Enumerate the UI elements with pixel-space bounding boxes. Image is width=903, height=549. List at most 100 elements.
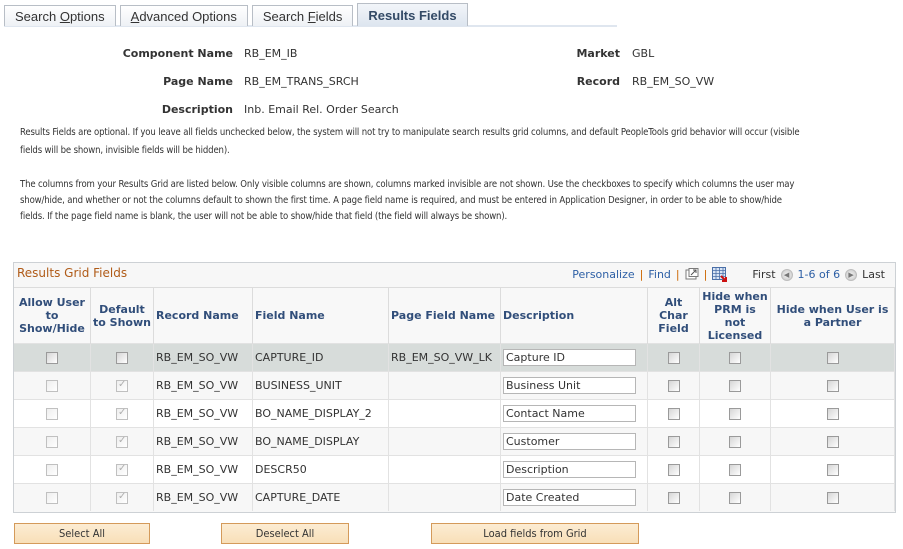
table-row[interactable]: RB_EM_SO_VW CAPTURE_ID RB_EM_SO_VW_LK [14,343,895,372]
tab-search-options[interactable]: Search Options [4,5,116,26]
page-field-name-cell [388,455,501,484]
col-allow-user: Allow User to Show/Hide [14,287,91,344]
grid-navigation: Personalize | Find | | First ◀ 1-6 of 6 … [572,267,885,282]
field-name-cell: BO_NAME_DISPLAY_2 [252,399,389,428]
page-field-name-cell [388,371,501,400]
field-name-cell: DESCR50 [252,455,389,484]
page-field-name-cell [388,399,501,428]
page-name-value: RB_EM_TRANS_SRCH [244,75,359,88]
allow-show-hide-checkbox[interactable] [46,464,58,476]
grid-header-row: Allow User to Show/Hide Default to Shown… [14,287,895,344]
grid-table: Allow User to Show/Hide Default to Shown… [14,287,895,511]
load-fields-button[interactable]: Load fields from Grid [431,523,639,544]
first-label[interactable]: First [752,268,775,281]
record-name-cell: RB_EM_SO_VW [153,455,253,484]
view-all-popup-icon[interactable] [685,268,699,281]
hide-partner-checkbox[interactable] [826,380,839,392]
default-shown-checkbox[interactable] [116,379,128,392]
default-shown-checkbox[interactable] [116,352,128,364]
market-value: GBL [632,47,655,60]
find-link[interactable]: Find [648,268,671,281]
hide-partner-checkbox[interactable] [826,492,839,504]
alt-char-field-checkbox[interactable] [667,464,680,476]
col-alt-char: Alt Char Field [647,287,700,344]
alt-char-field-checkbox[interactable] [667,492,680,504]
allow-show-hide-checkbox[interactable] [46,352,58,364]
tab-advanced-options[interactable]: Advanced Options [119,5,248,26]
hide-prm-checkbox[interactable] [729,436,741,448]
download-grid-icon[interactable] [712,267,728,282]
description-input[interactable] [503,405,636,422]
default-shown-checkbox[interactable] [116,491,128,504]
default-shown-checkbox[interactable] [116,463,128,476]
hide-prm-checkbox[interactable] [729,380,741,392]
table-row[interactable]: RB_EM_SO_VWBO_NAME_DISPLAY [14,427,895,456]
col-default-shown: Default to Shown [90,287,154,344]
next-icon[interactable]: ▶ [845,268,858,281]
default-shown-checkbox[interactable] [116,435,128,448]
description-label: Description [161,103,233,116]
hide-partner-checkbox[interactable] [826,436,839,448]
record-name-cell: RB_EM_SO_VW [153,427,253,456]
table-row[interactable]: RB_EM_SO_VWBUSINESS_UNIT [14,371,895,400]
page-field-name-cell [388,483,501,511]
market-label: Market [576,47,620,60]
alt-char-field-checkbox[interactable] [667,408,680,420]
description-input[interactable] [503,433,636,450]
default-shown-checkbox[interactable] [116,407,128,420]
allow-show-hide-checkbox[interactable] [46,492,58,504]
results-grid: Results Grid Fields Personalize | Find |… [13,262,896,513]
personalize-link[interactable]: Personalize [572,268,634,281]
col-description: Description [500,287,648,344]
col-field-name: Field Name [252,287,389,344]
description-input[interactable] [503,349,636,366]
hide-partner-checkbox[interactable] [826,464,839,476]
component-name-label: Component Name [122,47,233,60]
page-field-name-cell [388,427,501,456]
record-name-cell: RB_EM_SO_VW [153,483,253,511]
col-hide-partner: Hide when User is a Partner [770,287,895,344]
col-hide-prm: Hide when PRM is not Licensed [699,287,771,344]
alt-char-field-checkbox[interactable] [667,380,680,392]
separator: | [703,268,708,281]
hide-prm-checkbox[interactable] [729,492,741,504]
row-range: 1-6 of 6 [797,268,841,281]
page-field-name-cell: RB_EM_SO_VW_LK [388,343,501,372]
table-row[interactable]: RB_EM_SO_VWDESCR50 [14,455,895,484]
field-name-cell: CAPTURE_ID [252,343,389,372]
select-all-button[interactable]: Select All [14,523,150,544]
tab-bar: Search Options Advanced Options Search F… [4,3,472,26]
description-value: Inb. Email Rel. Order Search [244,103,399,116]
allow-show-hide-checkbox[interactable] [46,380,58,392]
hide-partner-checkbox[interactable] [826,352,839,364]
hide-partner-checkbox[interactable] [826,408,839,420]
col-record-name: Record Name [153,287,253,344]
hide-prm-checkbox[interactable] [729,408,741,420]
previous-icon[interactable]: ◀ [780,268,793,281]
description-input[interactable] [503,461,636,478]
description-input[interactable] [503,489,636,506]
component-name-value: RB_EM_IB [244,47,298,60]
grid-title: Results Grid Fields [17,266,128,280]
last-label[interactable]: Last [862,268,885,281]
field-name-cell: BUSINESS_UNIT [252,371,389,400]
hide-prm-checkbox[interactable] [729,464,741,476]
info-paragraph-columns: The columns from your Results Grid are l… [20,179,795,222]
record-name-cell: RB_EM_SO_VW [153,343,253,372]
tab-results-fields[interactable]: Results Fields [357,3,468,26]
table-row[interactable]: RB_EM_SO_VWCAPTURE_DATE [14,483,895,511]
alt-char-field-checkbox[interactable] [667,352,680,364]
allow-show-hide-checkbox[interactable] [46,408,58,420]
info-paragraph-optional: Results Fields are optional. If you leav… [20,127,800,156]
hide-prm-checkbox[interactable] [729,352,741,364]
alt-char-field-checkbox[interactable] [667,436,680,448]
separator: | [675,268,680,281]
tab-search-fields[interactable]: Search Fields [251,5,354,26]
page-name-label: Page Name [163,75,233,88]
table-row[interactable]: RB_EM_SO_VWBO_NAME_DISPLAY_2 [14,399,895,428]
allow-show-hide-checkbox[interactable] [46,436,58,448]
col-page-field-name: Page Field Name [388,287,501,344]
deselect-all-button[interactable]: Deselect All [221,523,349,544]
field-name-cell: CAPTURE_DATE [252,483,389,511]
description-input[interactable] [503,377,636,394]
